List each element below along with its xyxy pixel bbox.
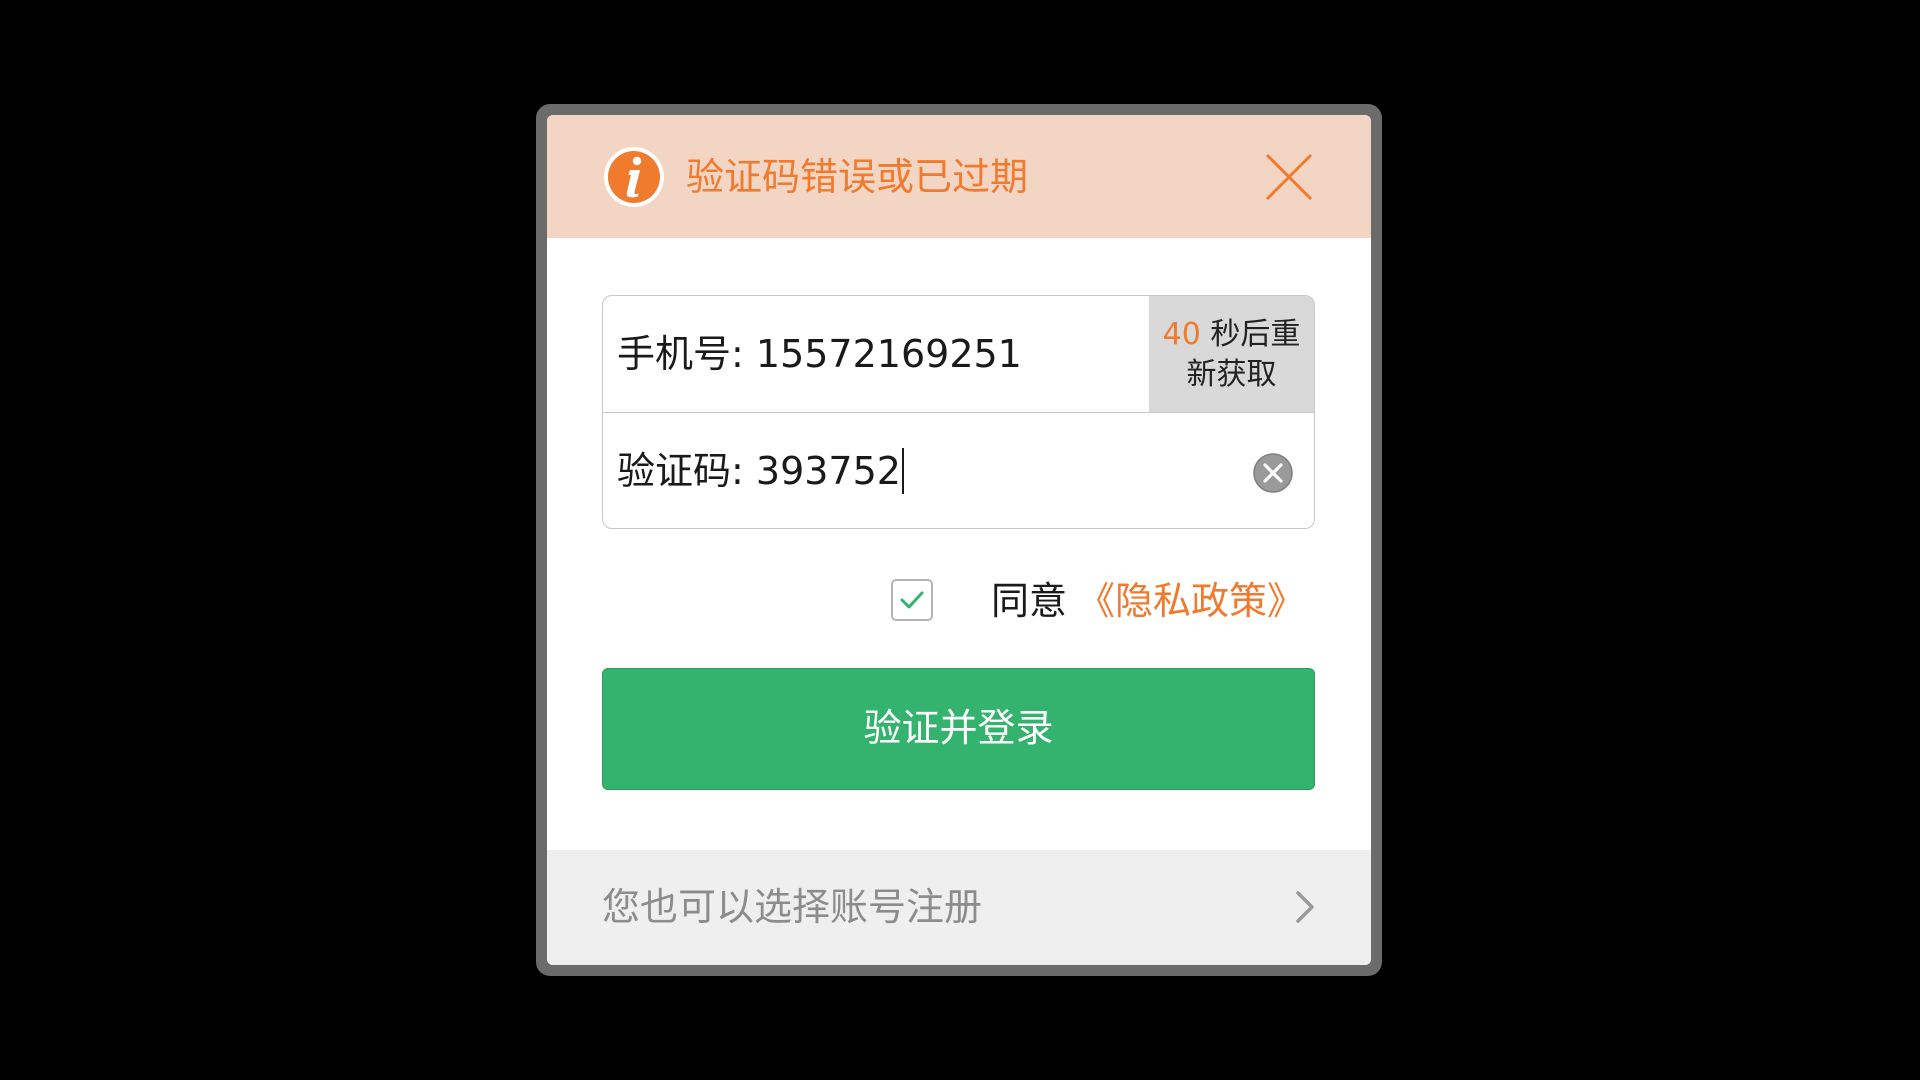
chevron-right-icon [1296,891,1314,923]
privacy-policy-link[interactable]: 《隐私政策》 [1077,576,1305,626]
verify-login-button[interactable]: 验证并登录 [602,668,1315,790]
phone-field[interactable]: 手机号: 15572169251 40 秒后重 新获取 [603,296,1314,413]
verification-dialog: 验证码错误或已过期 手机号: 15572169251 40 秒后重 新获取 验证… [547,115,1371,965]
code-field[interactable]: 验证码: 393752 [603,413,1314,528]
checkmark-icon [900,591,924,609]
account-register-row[interactable]: 您也可以选择账号注册 [547,850,1371,965]
error-banner: 验证码错误或已过期 [547,115,1371,238]
resend-line2: 新获取 [1186,357,1277,392]
agree-checkbox[interactable] [891,579,933,621]
resend-suffix: 秒后重 [1210,317,1301,352]
resend-code-button[interactable]: 40 秒后重 新获取 [1149,296,1314,412]
clear-icon[interactable] [1250,450,1296,496]
resend-line1: 40 秒后重 [1149,315,1314,355]
privacy-agreement: 同意 《隐私政策》 [891,576,1321,626]
phone-label: 手机号: [617,332,744,376]
resend-countdown: 40 [1162,317,1201,352]
close-icon[interactable] [1261,149,1317,205]
phone-field-text: 手机号: 15572169251 [617,296,1022,412]
register-text: 您也可以选择账号注册 [602,885,983,929]
text-caret [901,447,904,494]
agree-label: 同意 [991,579,1068,623]
code-label: 验证码: [617,449,744,493]
code-field-text: 验证码: 393752 [617,413,904,528]
login-form-fields: 手机号: 15572169251 40 秒后重 新获取 验证码: 393752 [602,295,1315,529]
phone-value: 15572169251 [755,332,1022,376]
error-message: 验证码错误或已过期 [686,155,1029,199]
info-icon [604,147,664,207]
code-value: 393752 [755,449,901,493]
dialog-frame: 验证码错误或已过期 手机号: 15572169251 40 秒后重 新获取 验证… [536,104,1382,976]
